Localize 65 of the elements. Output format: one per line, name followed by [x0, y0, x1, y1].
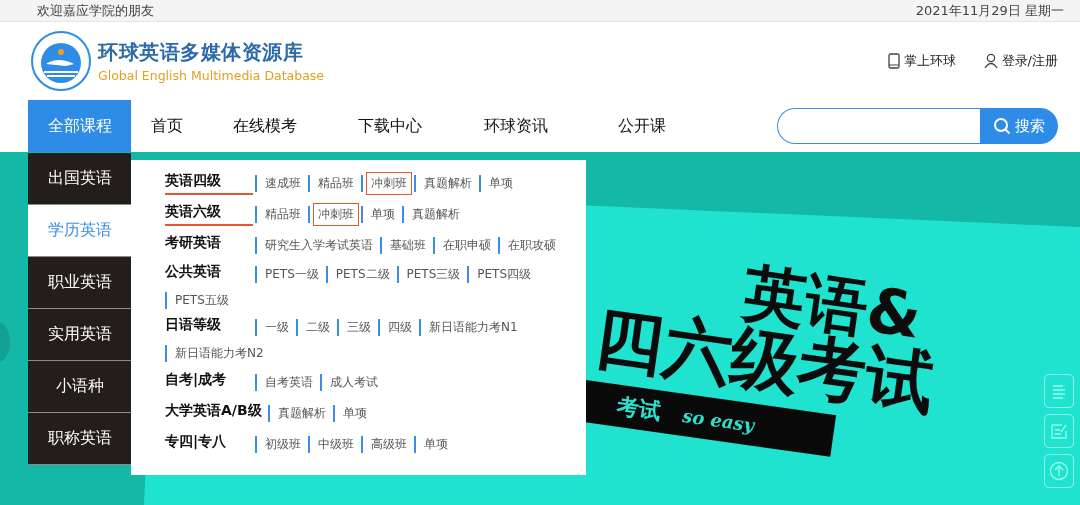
back-to-top-button[interactable] [1044, 454, 1074, 488]
course-link[interactable]: 冲刺班 [366, 172, 412, 195]
category-label[interactable]: 大学英语A/B级 [165, 402, 266, 425]
course-link[interactable]: 三级 [342, 316, 376, 339]
course-link[interactable]: 初级班 [260, 433, 306, 456]
course-link[interactable]: 在职申硕 [438, 234, 496, 257]
course-link[interactable]: 成人考试 [325, 371, 383, 394]
course-link[interactable]: 高级班 [366, 433, 412, 456]
notes-icon [1050, 382, 1068, 400]
nav-link[interactable]: 首页 [131, 115, 203, 137]
course-link[interactable]: 真题解析 [419, 172, 477, 195]
course-link[interactable]: 精品班 [260, 203, 306, 226]
site-subtitle: Global English Multimedia Database [98, 68, 325, 83]
category-label[interactable]: 英语四级 [165, 172, 253, 195]
course-link[interactable]: 速成班 [260, 172, 306, 195]
category-label[interactable]: 专四|专八 [165, 433, 253, 456]
category-label[interactable]: 英语六级 [165, 203, 253, 226]
nav-link[interactable]: 下载中心 [327, 115, 453, 137]
course-link[interactable]: 精品班 [313, 172, 359, 195]
tag-text: 考试 [615, 391, 663, 426]
phone-icon [887, 53, 900, 69]
course-link[interactable]: 真题解析 [272, 402, 331, 425]
course-link[interactable]: 单项 [366, 203, 400, 226]
edit-icon [1050, 422, 1068, 440]
course-link[interactable]: 四级 [383, 316, 417, 339]
course-link[interactable]: 冲刺班 [313, 203, 359, 226]
course-link[interactable]: 中级班 [313, 433, 359, 456]
edit-button[interactable] [1044, 414, 1074, 448]
logo-icon [30, 30, 92, 92]
course-link[interactable]: 新日语能力考N1 [424, 316, 523, 339]
course-link[interactable]: 自考英语 [260, 371, 318, 394]
nav-link[interactable]: 环球资讯 [453, 115, 579, 137]
course-link[interactable]: 二级 [301, 316, 335, 339]
tag-slogan: so easy [681, 404, 756, 436]
category-label[interactable]: 公共英语 [165, 263, 253, 286]
course-link[interactable]: 单项 [337, 402, 372, 425]
course-link[interactable]: 在职攻硕 [503, 234, 561, 257]
sidebar-item[interactable]: 学历英语 [28, 205, 131, 257]
course-link[interactable]: 单项 [484, 172, 518, 195]
user-icon [983, 53, 998, 69]
date-text: 2021年11月29日 星期一 [915, 1, 1064, 20]
link-label: 掌上环球 [903, 52, 956, 70]
course-link[interactable]: 新日语能力考N2 [170, 342, 269, 365]
course-link[interactable]: PETS二级 [330, 263, 395, 286]
mobile-link[interactable]: 掌上环球 [887, 52, 956, 70]
category-label[interactable]: 考研英语 [165, 234, 253, 257]
course-link[interactable]: PETS三级 [401, 263, 466, 286]
welcome-text: 欢迎嘉应学院的朋友 [37, 1, 154, 20]
search-field[interactable] [777, 108, 980, 144]
course-link[interactable]: 单项 [419, 433, 453, 456]
course-link[interactable]: PETS五级 [170, 289, 234, 312]
course-link[interactable]: PETS一级 [260, 263, 324, 286]
login-link[interactable]: 登录/注册 [983, 52, 1058, 70]
nav-link[interactable]: 在线模考 [203, 115, 327, 137]
link-label: 登录/注册 [1001, 52, 1058, 70]
nav-link[interactable]: 公开课 [579, 115, 705, 137]
course-link[interactable]: 基础班 [385, 234, 431, 257]
category-label[interactable]: 日语等级 [165, 316, 253, 339]
course-link[interactable]: 真题解析 [407, 203, 465, 226]
search-icon [993, 117, 1011, 135]
course-link[interactable]: PETS四级 [472, 263, 537, 286]
category-label[interactable]: 自考|成考 [165, 371, 253, 394]
site-title: 环球英语多媒体资源库 [98, 39, 304, 66]
course-link[interactable]: 一级 [260, 316, 294, 339]
course-link[interactable]: 研究生入学考试英语 [260, 234, 378, 257]
